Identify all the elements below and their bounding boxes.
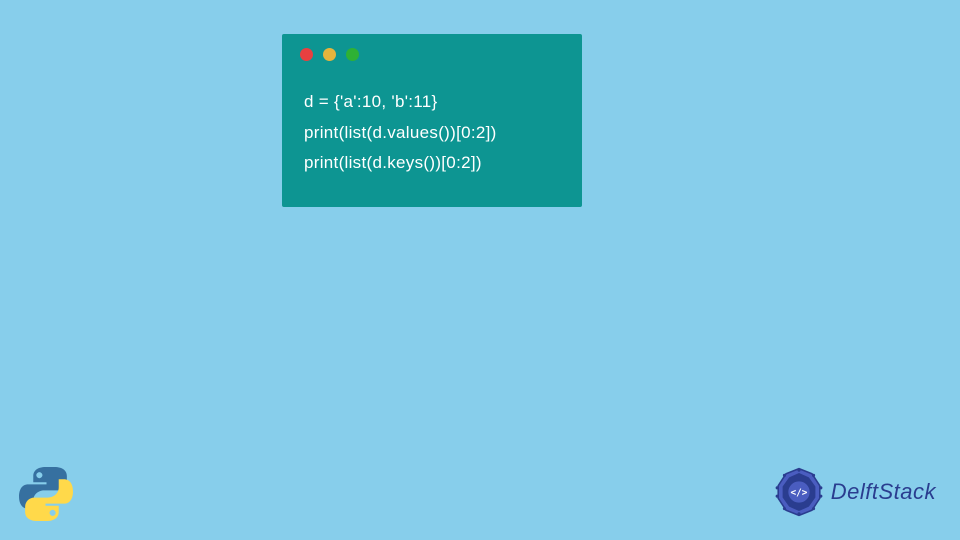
delftstack-text: DelftStack	[831, 479, 936, 505]
code-window: d = {'a':10, 'b':11} print(list(d.values…	[282, 34, 582, 207]
delftstack-logo: </> DelftStack	[773, 466, 936, 518]
code-line: print(list(d.values())[0:2])	[304, 118, 560, 149]
code-line: d = {'a':10, 'b':11}	[304, 87, 560, 118]
minimize-dot-icon	[323, 48, 336, 61]
python-logo-icon	[18, 466, 74, 522]
code-line: print(list(d.keys())[0:2])	[304, 148, 560, 179]
close-dot-icon	[300, 48, 313, 61]
maximize-dot-icon	[346, 48, 359, 61]
window-controls	[282, 34, 582, 61]
svg-text:</>: </>	[790, 488, 807, 499]
delftstack-badge-icon: </>	[773, 466, 825, 518]
code-content: d = {'a':10, 'b':11} print(list(d.values…	[282, 61, 582, 187]
